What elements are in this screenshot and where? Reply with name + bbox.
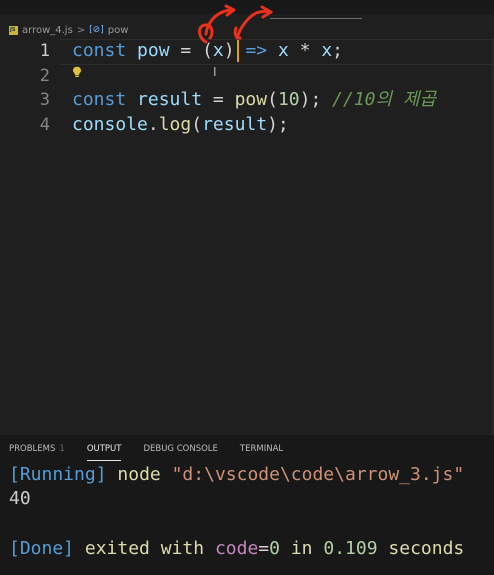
ibeam-cursor-icon: I	[213, 65, 217, 79]
code-token: const	[72, 89, 127, 110]
highlight-underline	[270, 18, 362, 19]
symbol-variable-icon: [⊘]	[89, 25, 104, 35]
code-token: x	[212, 40, 224, 61]
line-number: 1	[39, 41, 50, 61]
output-done-line: [Done] exited with code=0 in 0.109 secon…	[9, 537, 464, 561]
breadcrumb-separator: >	[76, 24, 86, 36]
code-token: 10	[277, 89, 300, 110]
code-token: *	[288, 40, 322, 61]
code-token: =	[202, 89, 235, 110]
code-editor[interactable]: 1 const pow = (x) => x * x; 2 3 const result…	[0, 38, 494, 435]
output-running-line: [Running] node "d:\vscode\code\arrow_3.j…	[9, 463, 464, 487]
breadcrumb-file[interactable]: arrow_4.js	[22, 25, 73, 36]
problems-count-badge: 1	[59, 444, 65, 454]
code-token: x	[321, 40, 333, 61]
in-text: in	[290, 538, 313, 559]
text-caret	[237, 40, 239, 62]
breadcrumb: arrow_4.js > [⊘] pow	[0, 22, 128, 38]
code-token: .	[147, 114, 159, 135]
seconds-value: 0.109	[323, 538, 378, 559]
exited-text: exited with	[84, 538, 205, 559]
tab-output[interactable]: OUTPUT	[86, 435, 121, 463]
lightbulb-icon[interactable]	[72, 66, 82, 78]
code-value: 0	[269, 538, 280, 559]
code-token: =	[169, 40, 203, 61]
code-line[interactable]: 3 const result = pow(10); //10의 제곱	[0, 88, 494, 112]
code-token: (	[191, 114, 203, 135]
code-line[interactable]: 4 console.log(result);	[0, 113, 494, 137]
tab-debug-console[interactable]: DEBUG CONSOLE	[143, 435, 217, 463]
code-eq: =	[258, 538, 270, 559]
code-token: )	[223, 40, 235, 61]
code-token: //10의 제곱	[332, 89, 437, 110]
code-label: code	[214, 538, 259, 559]
running-tag: [Running]	[9, 464, 107, 485]
code-token: (	[267, 89, 278, 110]
code-text: const result = pow(10); //10의 제곱	[72, 88, 436, 112]
code-token: (	[202, 40, 213, 61]
code-token: pow	[137, 40, 170, 61]
breadcrumb-symbol[interactable]: pow	[108, 25, 129, 36]
line-number: 4	[39, 115, 50, 135]
code-token: ;	[332, 40, 344, 61]
code-token: );	[267, 114, 289, 135]
code-token: log	[158, 114, 192, 135]
code-line[interactable]: 1 const pow = (x) => x * x;	[0, 39, 494, 63]
run-path: "d:\vscode\code\arrow_3.js"	[171, 464, 465, 485]
code-token: x	[277, 40, 289, 61]
line-number: 3	[39, 90, 50, 110]
panel-tabs: PROBLEMS 1 OUTPUT DEBUG CONSOLE TERMINAL	[0, 435, 494, 463]
code-token: console	[72, 114, 148, 135]
title-bar	[0, 0, 494, 14]
code-token: );	[299, 89, 322, 110]
code-token: const	[72, 40, 127, 61]
code-token: result	[202, 114, 268, 135]
code-token: pow	[234, 89, 268, 110]
done-tag: [Done]	[9, 538, 75, 559]
run-command: node	[117, 464, 161, 485]
code-token: =>	[245, 40, 268, 61]
code-token: result	[137, 89, 203, 110]
line-number: 2	[39, 66, 50, 86]
seconds-text: seconds	[388, 538, 465, 559]
bottom-panel: PROBLEMS 1 OUTPUT DEBUG CONSOLE TERMINAL …	[0, 435, 494, 575]
tab-terminal[interactable]: TERMINAL	[240, 435, 283, 463]
tab-problems[interactable]: PROBLEMS 1	[9, 435, 65, 463]
output-result: 40	[9, 488, 31, 509]
code-text: const pow = (x) => x * x;	[72, 39, 343, 63]
code-text: console.log(result);	[72, 113, 289, 137]
javascript-file-icon	[9, 25, 18, 35]
